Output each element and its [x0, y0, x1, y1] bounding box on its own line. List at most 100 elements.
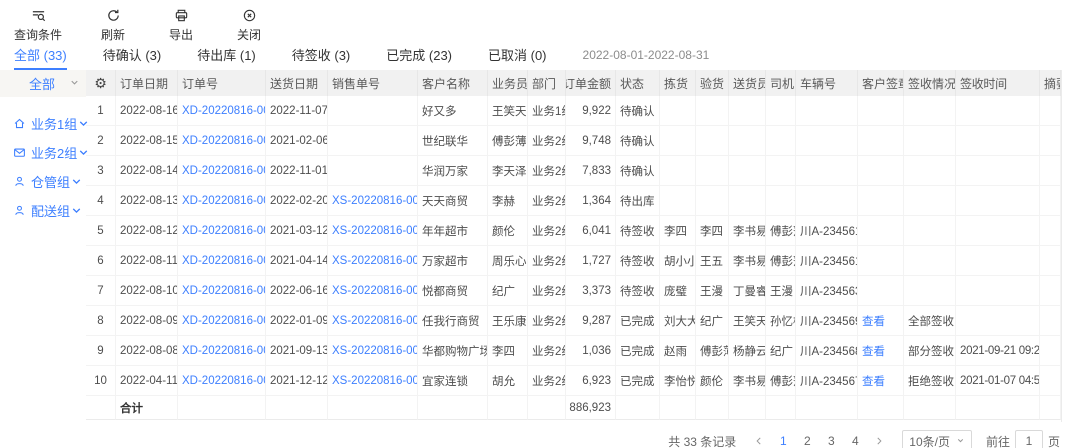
page-number-2[interactable]: 2 [798, 432, 816, 448]
cell-customer: 好又多 [418, 96, 488, 126]
order-management-window: 查询条件 刷新 导出 关闭 全部 (33) 待确认 (3) 待出库 (1) 待签收 (… [0, 0, 1080, 448]
sales-no-link[interactable]: XS-20220816-000009 [328, 366, 418, 396]
sidebar-item-1[interactable]: 业务2组 [0, 138, 86, 167]
cell-customer: 华都购物广场 [418, 336, 488, 366]
cell-picker: 李四 [660, 216, 696, 246]
goto-page-input[interactable] [1015, 430, 1043, 448]
view-signature-link[interactable]: 查看 [858, 336, 904, 366]
page-number-1[interactable]: 1 [774, 432, 792, 448]
prev-page-button[interactable] [750, 432, 768, 448]
cell-sign_status [904, 126, 956, 156]
order-no-link[interactable]: XD-20220816-000015 [178, 186, 266, 216]
tab-2[interactable]: 待出库 (1) [197, 45, 256, 70]
gear-icon: ⚙ [94, 76, 107, 90]
sidebar-item-2[interactable]: 仓管组 [0, 167, 86, 196]
sales-no-link[interactable]: XS-20220816-000014 [328, 216, 418, 246]
view-signature-link[interactable]: 查看 [858, 306, 904, 336]
total-empty-cell [696, 396, 729, 420]
page-size-value: 10条/页 [909, 433, 950, 448]
order-no-link[interactable]: XD-20220816-000011 [178, 306, 266, 336]
total-empty-cell [418, 396, 488, 420]
toolbar-button-label: 关闭 [237, 26, 261, 43]
toolbar-button-3[interactable]: 关闭 [232, 8, 266, 43]
column-header-sign_status: 签收情况 [904, 70, 956, 96]
sales-no-link[interactable]: XS-20220816-000015 [328, 186, 418, 216]
cell-status: 待签收 [616, 216, 660, 246]
toolbar-button-label: 导出 [169, 26, 193, 43]
row-number: 10 [86, 366, 116, 396]
cell-customer: 宜家连锁 [418, 366, 488, 396]
sidebar-item-3[interactable]: 配送组 [0, 196, 86, 225]
tab-4[interactable]: 已完成 (23) [386, 45, 452, 70]
cell-sign_status [904, 276, 956, 306]
tab-0[interactable]: 全部 (33) [14, 45, 67, 70]
cell-salesman: 李赫 [488, 186, 528, 216]
row-number: 5 [86, 216, 116, 246]
cell-vehicle [796, 96, 858, 126]
column-header-order_no: 订单号 [178, 70, 266, 96]
sales-no-link[interactable]: XS-20220816-000012 [328, 276, 418, 306]
cell-sign_link [858, 246, 904, 276]
next-page-button[interactable] [870, 432, 888, 448]
export-printer-icon [174, 8, 189, 23]
sidebar-group-filter[interactable]: 全部 [0, 70, 86, 97]
cell-order_date: 2022-08-11 [116, 246, 178, 276]
column-header-amount: 订单金额 [566, 70, 616, 96]
cell-sign_status: 部分签收 [904, 336, 956, 366]
cell-driver: 纪广 [766, 336, 796, 366]
sales-no-link[interactable]: XS-20220816-000013 [328, 246, 418, 276]
cell-summary [1040, 276, 1061, 306]
order-no-link[interactable]: XD-20220816-000012 [178, 276, 266, 306]
cell-status: 待确认 [616, 96, 660, 126]
tab-1[interactable]: 待确认 (3) [103, 45, 162, 70]
cell-sign_status [904, 96, 956, 126]
sidebar-item-label: 配送组 [31, 201, 70, 220]
view-signature-link[interactable]: 查看 [858, 366, 904, 396]
cell-delivery_date: 2021-09-13 [266, 336, 328, 366]
row-number: 8 [86, 306, 116, 336]
total-empty-cell [266, 396, 328, 420]
cell-status: 已完成 [616, 366, 660, 396]
toolbar-button-0[interactable]: 查询条件 [14, 8, 62, 43]
cell-vehicle: 川A-234563 [796, 276, 858, 306]
column-header-vehicle: 车辆号 [796, 70, 858, 96]
column-settings-cell[interactable]: ⚙ [86, 70, 116, 96]
sales-no-link[interactable]: XS-20220816-000011 [328, 306, 418, 336]
row-number: 1 [86, 96, 116, 126]
page-number-3[interactable]: 3 [822, 432, 840, 448]
order-no-link[interactable]: XD-20220816-000017 [178, 126, 266, 156]
order-no-link[interactable]: XD-20220816-000009 [178, 366, 266, 396]
mail-icon [13, 146, 31, 159]
cell-delivery_date: 2022-06-16 [266, 276, 328, 306]
total-empty-cell [616, 396, 660, 420]
order-no-link[interactable]: XD-20220816-000013 [178, 246, 266, 276]
cell-vehicle: 川A-234567 [796, 366, 858, 396]
cell-driver [766, 126, 796, 156]
cell-inspector [696, 156, 729, 186]
toolbar-button-2[interactable]: 导出 [164, 8, 198, 43]
tab-3[interactable]: 待签收 (3) [292, 45, 351, 70]
cell-sign_link [858, 156, 904, 186]
order-no-link[interactable]: XD-20220816-000010 [178, 336, 266, 366]
cell-sign_time [956, 156, 1040, 186]
cell-dept: 业务2组 [528, 186, 566, 216]
toolbar-button-1[interactable]: 刷新 [96, 8, 130, 43]
tab-5[interactable]: 已取消 (0) [488, 45, 547, 70]
page-number-4[interactable]: 4 [846, 432, 864, 448]
total-empty-cell [858, 396, 904, 420]
order-no-link[interactable]: XD-20220816-000014 [178, 216, 266, 246]
page-size-select[interactable]: 10条/页 [902, 430, 972, 448]
order-no-link[interactable]: XD-20220816-000017 [178, 96, 266, 126]
cell-salesman: 胡允 [488, 366, 528, 396]
sales-no-link[interactable]: XS-20220816-000010 [328, 336, 418, 366]
cell-deliverer [729, 96, 766, 126]
cell-vehicle: 川A-234568 [796, 336, 858, 366]
sidebar-item-0[interactable]: 业务1组 [0, 109, 86, 138]
cell-salesman: 纪广 [488, 276, 528, 306]
cell-dept: 业务2组 [528, 126, 566, 156]
cell-picker [660, 186, 696, 216]
user-icon [13, 175, 31, 188]
order-no-link[interactable]: XD-20220816-000016 [178, 156, 266, 186]
cell-inspector [696, 96, 729, 126]
cell-dept: 业务2组 [528, 276, 566, 306]
